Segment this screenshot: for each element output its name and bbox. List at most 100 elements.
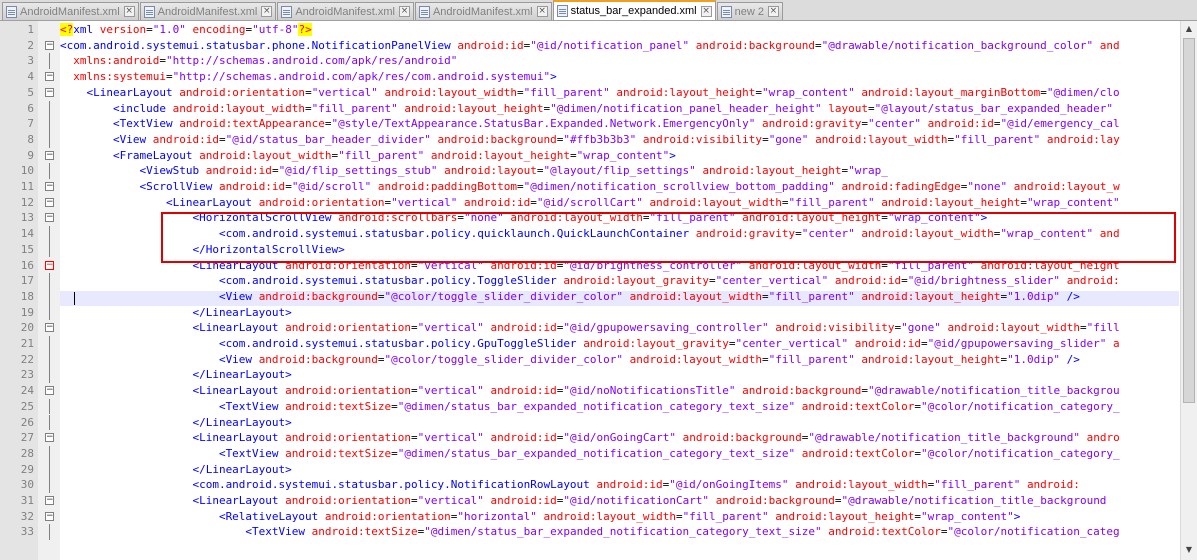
- code-token: android:orientation: [285, 384, 412, 398]
- code-text[interactable]: <TextView android:textAppearance="@style…: [60, 116, 1120, 132]
- fold-toggle-icon[interactable]: −: [45, 197, 54, 207]
- code-token: android:id: [834, 274, 902, 288]
- code-token: "fill_parent": [338, 148, 425, 162]
- code-token: =: [762, 352, 769, 366]
- fold-toggle-icon[interactable]: −: [45, 72, 54, 82]
- code-text[interactable]: <include android:layout_width="fill_pare…: [60, 101, 1113, 117]
- code-text[interactable]: <LinearLayout android:orientation="verti…: [60, 85, 1119, 101]
- code-text[interactable]: <FrameLayout android:layout_width = "fill_…: [60, 148, 676, 164]
- tab-4[interactable]: AndroidManifest.xml ×: [414, 2, 552, 20]
- close-icon[interactable]: ×: [398, 6, 410, 17]
- close-icon[interactable]: ×: [123, 6, 135, 17]
- line-number: 11: [20, 180, 34, 193]
- code-text[interactable]: <LinearLayout android:orientation="verti…: [60, 493, 1106, 509]
- fold-toggle-icon[interactable]: −: [45, 260, 54, 270]
- fold-toggle-icon[interactable]: −: [45, 213, 54, 223]
- code-token: android:textColor: [828, 525, 941, 539]
- code-token: </LinearLayout>: [60, 462, 292, 476]
- code-text[interactable]: </LinearLayout>: [60, 462, 292, 478]
- fold-toggle-icon[interactable]: −: [45, 386, 54, 396]
- code-token: =: [530, 195, 537, 209]
- fold-toggle-icon[interactable]: −: [45, 433, 54, 443]
- scroll-up-arrow-icon[interactable]: ▲: [1183, 22, 1195, 36]
- tab-5[interactable]: status_bar_expanded.xml ×: [552, 0, 716, 20]
- code-token: android:layout_height: [430, 148, 570, 162]
- code-token: "@drawable/notification_title_background: [841, 494, 1107, 507]
- code-text[interactable]: <LinearLayout android:orientation="verti…: [60, 195, 1120, 211]
- scrollbar-thumb[interactable]: [1183, 38, 1195, 403]
- code-token: <ScrollView: [60, 180, 219, 193]
- code-text[interactable]: <TextView android:textSize="@dimen/statu…: [60, 524, 1119, 540]
- code-token: <RelativeLayout: [60, 509, 325, 523]
- code-token: android:textSize: [285, 399, 392, 413]
- line-number: 5: [27, 85, 34, 99]
- code-text[interactable]: <TextView android:textSize="@dimen/statu…: [60, 446, 1120, 462]
- code-token: android:textColor: [801, 446, 915, 460]
- fold-toggle-icon[interactable]: −: [45, 323, 54, 333]
- code-token: android:layout_height: [616, 85, 756, 99]
- code-text[interactable]: <View android:background="@color/toggle_…: [60, 289, 1080, 305]
- file-icon: [143, 5, 155, 18]
- code-text[interactable]: <LinearLayout android:orientation="verti…: [60, 383, 1119, 399]
- tab-3[interactable]: AndroidManifest.xml ×: [277, 2, 414, 20]
- fold-toggle-icon[interactable]: −: [45, 511, 54, 521]
- code-text[interactable]: <RelativeLayout android:orientation = "hor…: [60, 509, 1020, 525]
- code-token: =: [920, 337, 928, 350]
- code-text[interactable]: <com.android.systemui.statusbar.policy.N…: [60, 477, 1079, 493]
- file-icon: [281, 5, 293, 18]
- close-icon[interactable]: ×: [261, 6, 273, 17]
- fold-toggle-icon[interactable]: −: [45, 150, 54, 160]
- code-text[interactable]: <?xml version="1.0" encoding="utf-8"?>: [60, 22, 312, 38]
- code-token: <ViewStub: [60, 164, 206, 178]
- vertical-scrollbar[interactable]: ▲ ▼: [1180, 21, 1197, 560]
- highlight-annotation-box: [161, 212, 1176, 263]
- tab-6[interactable]: new 2 ×: [716, 2, 783, 20]
- code-token: =: [411, 384, 418, 398]
- close-icon[interactable]: ×: [700, 5, 712, 17]
- code-token: =: [324, 117, 332, 131]
- code-text[interactable]: xmlns:systemui="http://schemas.android.c…: [60, 69, 556, 85]
- code-token: android:visibility: [775, 321, 895, 335]
- fold-toggle-icon[interactable]: −: [45, 40, 54, 50]
- fold-toggle-icon[interactable]: −: [45, 182, 54, 191]
- code-text[interactable]: <com.android.systemui.statusbar.policy.G…: [60, 336, 1120, 352]
- code-token: "fill_parent": [768, 289, 855, 303]
- code-token: android:layout_height: [861, 289, 1001, 303]
- code-token: "@layout/flip_settings": [543, 164, 696, 178]
- code-text[interactable]: </LinearLayout>: [60, 415, 291, 431]
- code-text[interactable]: </LinearLayout>: [60, 367, 291, 383]
- code-editor[interactable]: 1 <?xml version="1.0" encoding="utf-8"?> 2…: [0, 21, 1197, 560]
- code-text[interactable]: <TextView android:textSize="@dimen/statu…: [60, 399, 1120, 415]
- code-token: version: [99, 23, 147, 36]
- code-text[interactable]: <View android:id="@id/status_bar_header_…: [60, 132, 1120, 148]
- code-line: 4 xmlns:systemui="http://schemas.android…: [0, 69, 1197, 85]
- code-token: "gone": [768, 132, 809, 146]
- code-text[interactable]: <ScrollView android:id="@id/scroll" andr…: [60, 179, 1119, 195]
- code-text[interactable]: xmlns:android="http://schemas.android.co…: [60, 53, 457, 69]
- scroll-down-arrow-icon[interactable]: ▼: [1183, 543, 1195, 557]
- code-text[interactable]: <LinearLayout android:orientation="verti…: [60, 430, 1119, 446]
- tab-1[interactable]: AndroidManifest.xml ×: [2, 2, 139, 20]
- close-icon[interactable]: ×: [767, 6, 779, 17]
- close-icon[interactable]: ×: [536, 6, 548, 17]
- code-text[interactable]: <LinearLayout android:orientation="verti…: [60, 320, 1119, 336]
- code-text[interactable]: <com.android.systemui.statusbar.phone.No…: [60, 38, 1120, 54]
- fold-line: [49, 477, 50, 493]
- code-token: "@id/notificationCart": [563, 494, 710, 507]
- code-token: "1.0dip": [1007, 289, 1061, 303]
- code-text[interactable]: <com.android.systemui.statusbar.policy.T…: [60, 273, 1120, 289]
- tab-2[interactable]: AndroidManifest.xml ×: [139, 2, 277, 20]
- code-token: android:orientation: [324, 509, 451, 523]
- code-token: android:background: [258, 352, 378, 366]
- code-token: android:background: [742, 384, 862, 398]
- tab-bar: AndroidManifest.xml × AndroidManifest.xml ×…: [0, 0, 1197, 21]
- fold-toggle-icon[interactable]: −: [45, 496, 54, 505]
- code-text[interactable]: </LinearLayout>: [60, 305, 291, 321]
- code-line: 6 <include android:layout_width="fill_pa…: [0, 100, 1197, 117]
- code-token: "@dimen/status_bar_expanded_notification…: [397, 446, 796, 460]
- code-text[interactable]: <ViewStub android:id="@id/flip_settings_…: [60, 163, 887, 179]
- fold-toggle-icon[interactable]: −: [45, 87, 54, 97]
- code-text[interactable]: <View android:background="@color/toggle_…: [60, 352, 1080, 368]
